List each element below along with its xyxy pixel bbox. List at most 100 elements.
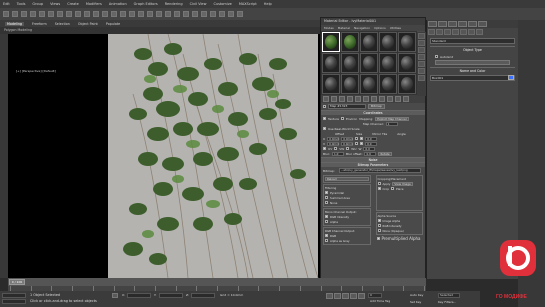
- video-color-check-icon[interactable]: [418, 61, 425, 67]
- cameras-icon[interactable]: [452, 29, 459, 35]
- me-menu-utilities[interactable]: Utilities: [390, 26, 401, 30]
- name-and-color-rollout[interactable]: Name and Color: [430, 67, 515, 73]
- menu-tools[interactable]: Tools: [17, 2, 26, 6]
- perspective-viewport[interactable]: [+] [Perspective] [Default]: [8, 34, 323, 278]
- pyramidal-radio[interactable]: [325, 191, 328, 194]
- viewport-label[interactable]: [+] [Perspective] [Default]: [16, 69, 136, 73]
- options-icon[interactable]: [418, 75, 425, 81]
- view-image-button[interactable]: View Image: [392, 181, 413, 186]
- maxscript-listener-button[interactable]: [2, 299, 26, 304]
- rgb-intensity2-radio[interactable]: [377, 224, 381, 227]
- map-name-field[interactable]: Map #1323: [328, 104, 366, 109]
- sample-slot[interactable]: [322, 74, 340, 94]
- align-icon[interactable]: [174, 11, 180, 17]
- put-to-library-icon[interactable]: [363, 96, 369, 102]
- me-menu-material[interactable]: Material: [338, 26, 350, 30]
- modify-tab-icon[interactable]: [438, 21, 447, 27]
- bind-spacewarp-icon[interactable]: [39, 11, 45, 17]
- show-map-icon[interactable]: [379, 96, 385, 102]
- menu-modifiers[interactable]: Modifiers: [86, 2, 102, 6]
- v-angle-field[interactable]: 0.0: [365, 141, 378, 146]
- v-size-field[interactable]: 0.0mm: [341, 141, 354, 146]
- selected-dropdown[interactable]: Selected: [438, 293, 460, 298]
- reset-map-icon[interactable]: [347, 96, 353, 102]
- sample-slot[interactable]: [322, 53, 340, 73]
- make-unique-icon[interactable]: [355, 96, 361, 102]
- snaps-toggle-icon[interactable]: [138, 11, 144, 17]
- real-world-checkbox[interactable]: [323, 127, 326, 130]
- material-editor-icon[interactable]: [210, 11, 216, 17]
- reload-button[interactable]: Reload: [325, 177, 369, 181]
- percent-snap-icon[interactable]: [156, 11, 162, 17]
- u-mirror-checkbox[interactable]: [355, 137, 359, 140]
- tab-freeform[interactable]: Freeform: [32, 22, 47, 26]
- rgb-intensity-radio[interactable]: [325, 215, 328, 218]
- put-to-scene-icon[interactable]: [331, 96, 337, 102]
- sample-type-icon[interactable]: [418, 33, 425, 39]
- tab-object-paint[interactable]: Object Paint: [78, 22, 98, 26]
- map-channel-field[interactable]: 1: [385, 121, 398, 126]
- render-frame-icon[interactable]: [228, 11, 234, 17]
- alpha-as-gray-radio[interactable]: [325, 239, 328, 242]
- get-material-icon[interactable]: [323, 96, 329, 102]
- texture-radio[interactable]: [323, 117, 326, 120]
- sample-slot[interactable]: [341, 32, 359, 52]
- go-to-start-button[interactable]: [326, 293, 333, 299]
- sample-slot[interactable]: [341, 53, 359, 73]
- sample-slot[interactable]: [360, 74, 378, 94]
- menu-views[interactable]: Views: [50, 2, 60, 6]
- select-scale-icon[interactable]: [111, 11, 117, 17]
- mapping-dropdown[interactable]: Explicit Map Channel: [375, 116, 409, 121]
- map-type-button[interactable]: Bitmap: [368, 104, 385, 109]
- previous-frame-button[interactable]: [334, 293, 341, 299]
- rgb-radio[interactable]: [325, 234, 328, 237]
- background-icon[interactable]: [418, 47, 425, 53]
- select-move-icon[interactable]: [93, 11, 99, 17]
- sample-slot[interactable]: [360, 53, 378, 73]
- alpha-radio[interactable]: [325, 220, 328, 223]
- go-to-end-button[interactable]: [358, 293, 365, 299]
- environ-radio[interactable]: [340, 117, 344, 120]
- wu-radio[interactable]: [346, 147, 350, 150]
- tab-selection[interactable]: Selection: [55, 22, 70, 26]
- me-menu-modes[interactable]: Modes: [324, 26, 334, 30]
- bitmap-path-button[interactable]: ...ets\ivy_generator_ft\maps\leaves\ivy_…: [338, 168, 421, 173]
- sample-slot[interactable]: [379, 32, 397, 52]
- tab-populate[interactable]: Populate: [106, 22, 120, 26]
- display-tab-icon[interactable]: [468, 21, 477, 27]
- undo-icon[interactable]: [3, 11, 9, 17]
- place-radio[interactable]: [391, 187, 395, 190]
- primitive-type-dropdown[interactable]: Standard: [430, 38, 515, 44]
- me-menu-options[interactable]: Options: [374, 26, 386, 30]
- menu-rendering[interactable]: Rendering: [165, 2, 183, 6]
- polygon-modeling-label[interactable]: Polygon Modeling: [0, 28, 32, 32]
- menu-group[interactable]: Group: [32, 2, 43, 6]
- u-tile-checkbox[interactable]: [360, 137, 364, 140]
- sample-slot[interactable]: [398, 32, 416, 52]
- object-name-field[interactable]: Box001: [430, 75, 515, 81]
- v-offset-field[interactable]: 0.0mm: [327, 141, 340, 146]
- object-color-swatch[interactable]: [508, 75, 514, 80]
- systems-icon[interactable]: [476, 29, 483, 35]
- premultiplied-checkbox[interactable]: [376, 237, 380, 240]
- menu-maxscript[interactable]: MAXScript: [239, 2, 257, 6]
- shapes-icon[interactable]: [436, 29, 443, 35]
- hierarchy-tab-icon[interactable]: [448, 21, 457, 27]
- menu-create[interactable]: Create: [67, 2, 79, 6]
- rotate-button[interactable]: Rotate: [378, 151, 392, 156]
- sample-slot[interactable]: [322, 32, 340, 52]
- material-id-icon[interactable]: [371, 96, 377, 102]
- set-key-label[interactable]: Set Key: [410, 300, 421, 304]
- go-forward-sibling-icon[interactable]: [403, 96, 409, 102]
- time-slider-thumb[interactable]: 0 / 100: [9, 279, 25, 285]
- z-coord-field[interactable]: [191, 293, 215, 298]
- pivot-center-icon[interactable]: [129, 11, 135, 17]
- none-filter-radio[interactable]: [325, 201, 328, 204]
- uv-tiling-icon[interactable]: [418, 54, 425, 60]
- sample-slot[interactable]: [379, 74, 397, 94]
- render-setup-icon[interactable]: [219, 11, 225, 17]
- next-frame-button[interactable]: [350, 293, 357, 299]
- lights-icon[interactable]: [444, 29, 451, 35]
- u-offset-field[interactable]: 0.0mm: [327, 136, 340, 141]
- blur-field[interactable]: 1.0: [331, 151, 344, 156]
